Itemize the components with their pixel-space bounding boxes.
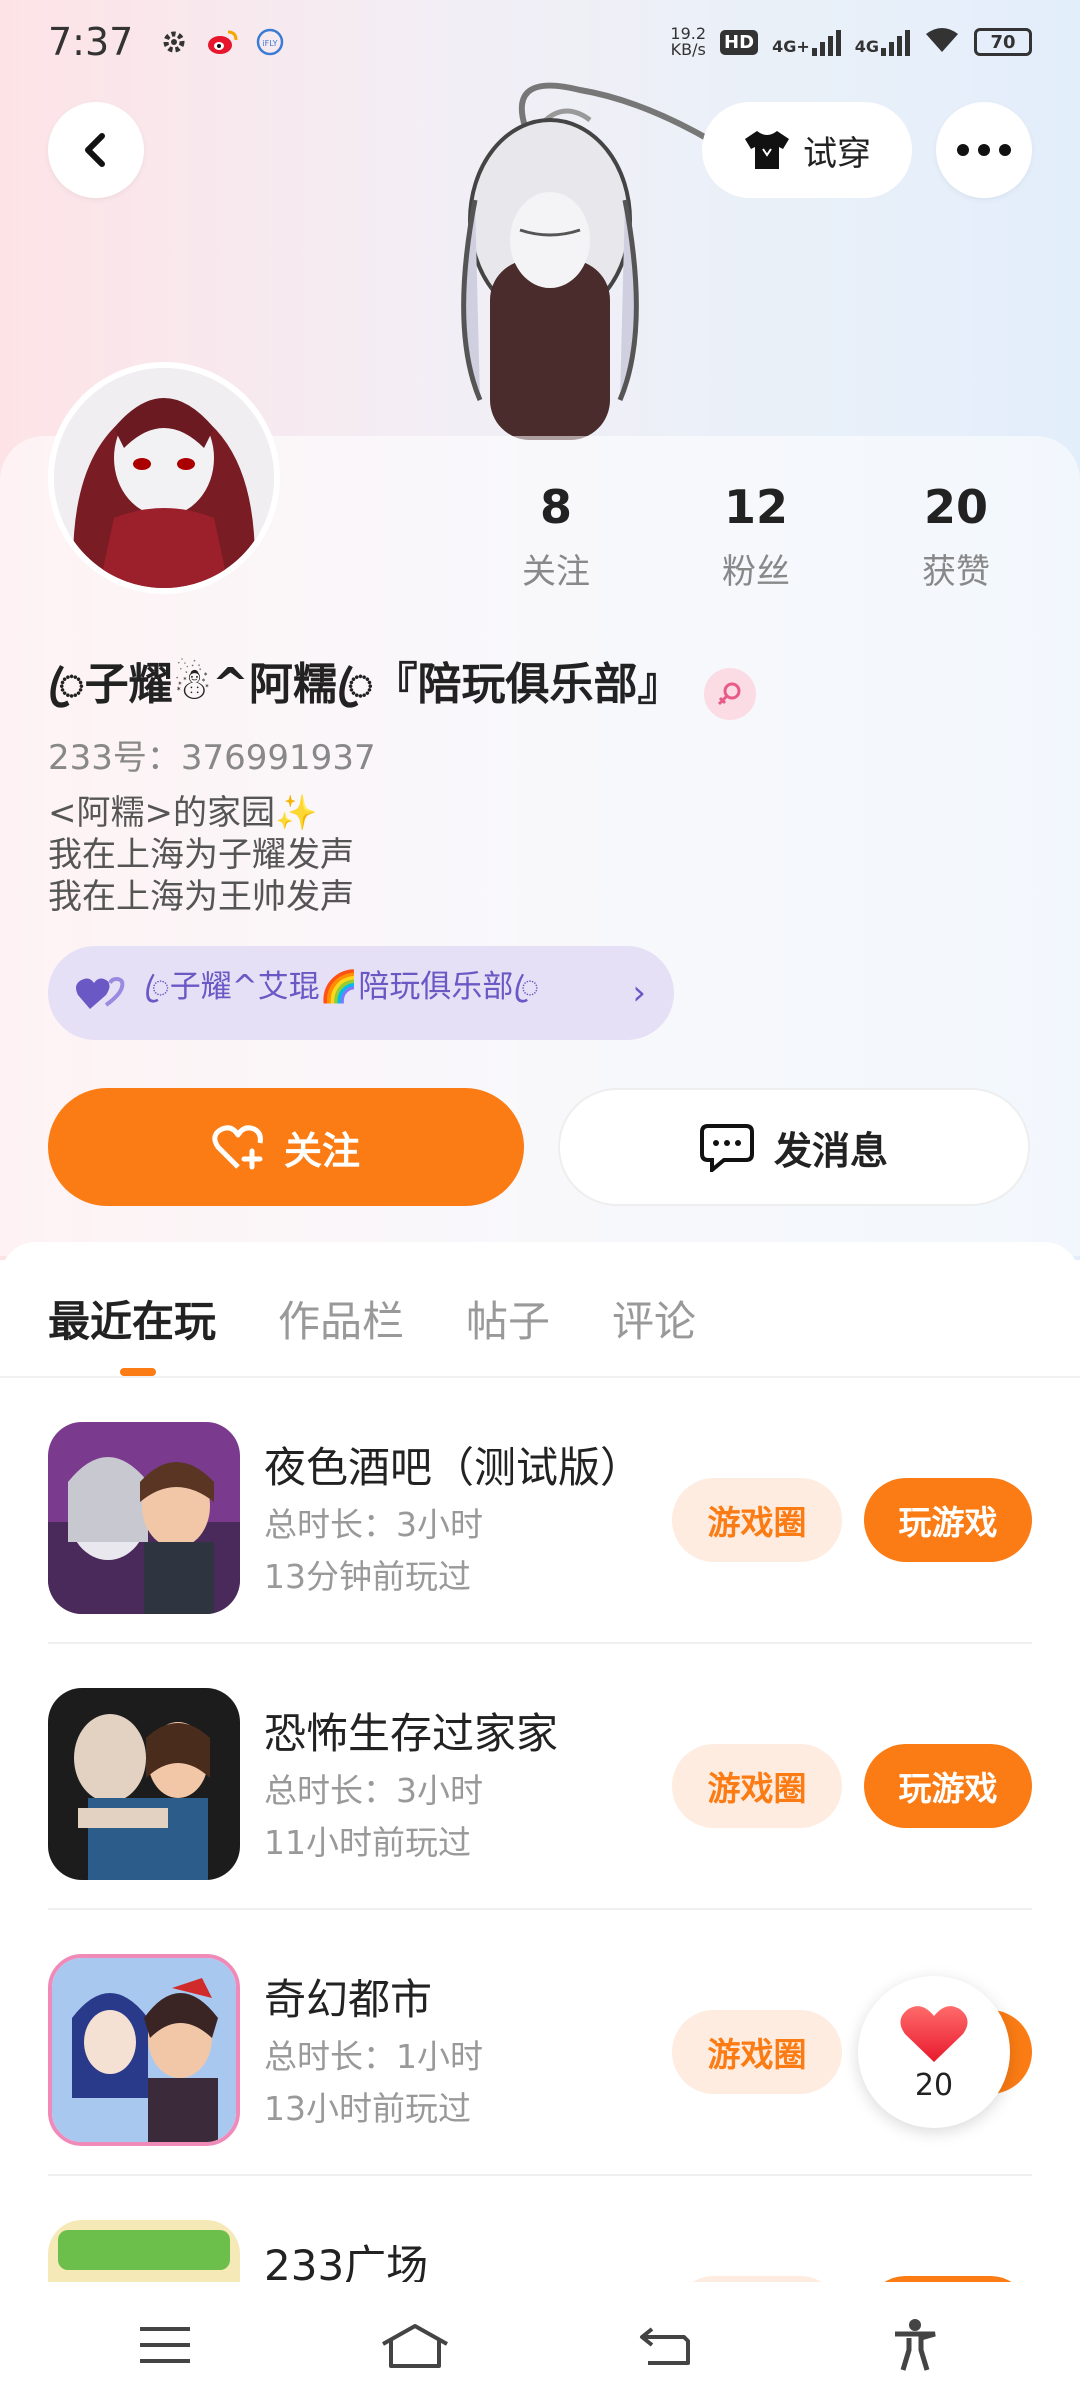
- user-id: 233号：376991937: [48, 738, 376, 778]
- try-on-button[interactable]: 试穿: [702, 102, 912, 198]
- signal-4g-plus: 4G+: [772, 28, 841, 56]
- send-message-button[interactable]: 发消息: [558, 1088, 1030, 1206]
- net-speed: 19.2 KB/s: [670, 24, 707, 59]
- tab-recently-played[interactable]: 最近在玩: [48, 1288, 216, 1376]
- profile-tabs: 最近在玩 作品栏 帖子 评论: [48, 1288, 696, 1376]
- tab-posts[interactable]: 帖子: [466, 1288, 550, 1349]
- wifi-icon: [924, 26, 960, 59]
- system-nav-bar: [0, 2282, 1080, 2408]
- chevron-left-icon: [85, 133, 105, 167]
- status-bar: 7:37 iFLY 19.2 KB/s HD 4G+ 4G 70: [0, 0, 1080, 84]
- profile-stats: 8 关注 12 粉丝 20 获赞: [456, 480, 1056, 593]
- tab-works[interactable]: 作品栏: [278, 1288, 404, 1349]
- game-duration: 总时长：1小时: [264, 2037, 483, 2076]
- back-nav-icon[interactable]: [625, 2305, 705, 2385]
- tab-comments[interactable]: 评论: [612, 1288, 696, 1349]
- stat-likes[interactable]: 20 获赞: [856, 480, 1056, 593]
- stat-fans[interactable]: 12 粉丝: [656, 480, 856, 593]
- like-count: 20: [914, 2067, 954, 2103]
- club-tag[interactable]: ꦿ子耀^艾琨🌈陪玩俱乐部ꦿ ›: [48, 946, 674, 1040]
- status-time: 7:37: [48, 20, 134, 64]
- game-thumbnail: [48, 1422, 240, 1614]
- game-list-item[interactable]: 夜色酒吧（测试版） 总时长：3小时 13分钟前玩过 游戏圈 玩游戏: [48, 1378, 1032, 1644]
- more-dots-icon: [957, 144, 1011, 156]
- follow-button[interactable]: 关注: [48, 1088, 524, 1206]
- game-circle-button[interactable]: 游戏圈: [672, 2010, 842, 2094]
- home-icon[interactable]: [375, 2305, 455, 2385]
- game-duration: 总时长：3小时: [264, 1771, 483, 1810]
- dress-up-avatar-figure: [380, 80, 712, 440]
- avatar[interactable]: [48, 362, 280, 594]
- more-options-button[interactable]: [936, 102, 1032, 198]
- game-name: 奇幻都市: [264, 1975, 433, 2024]
- menu-icon[interactable]: [125, 2305, 205, 2385]
- game-thumbnail: [48, 1954, 240, 2146]
- weibo-icon: [205, 25, 239, 59]
- hd-icon: HD: [720, 29, 759, 55]
- game-circle-button[interactable]: 游戏圈: [672, 1744, 842, 1828]
- game-name: 夜色酒吧（测试版）: [264, 1443, 643, 1492]
- settings-gear-icon: [157, 25, 191, 59]
- bio-line: 我在上海为子耀发声: [48, 835, 354, 875]
- game-list-item[interactable]: 233广场: [48, 2176, 1032, 2282]
- tshirt-icon: [745, 131, 789, 169]
- ifly-icon: iFLY: [253, 25, 287, 59]
- stat-following[interactable]: 8 关注: [456, 480, 656, 593]
- game-last-played: 13分钟前玩过: [264, 1557, 471, 1596]
- nickname: ꦿ子耀☃^阿糯ꦿ『陪玩俱乐部』: [48, 648, 756, 740]
- game-last-played: 13小时前玩过: [264, 2089, 471, 2128]
- gender-female-icon: [703, 668, 756, 720]
- game-thumbnail: [48, 1688, 240, 1880]
- play-game-button[interactable]: 玩游戏: [864, 1478, 1032, 1562]
- svg-text:iFLY: iFLY: [263, 39, 278, 48]
- game-list-item[interactable]: 恐怖生存过家家 总时长：3小时 11小时前玩过 游戏圈 玩游戏: [48, 1644, 1032, 1910]
- chevron-right-icon: ›: [632, 973, 646, 1013]
- club-tag-label: ꦿ子耀^艾琨🌈陪玩俱乐部ꦿ: [144, 968, 540, 1005]
- follow-label: 关注: [283, 1128, 360, 1173]
- game-name: 恐怖生存过家家: [264, 1709, 559, 1758]
- heart-pair-icon: [76, 976, 125, 1009]
- signal-4g: 4G: [855, 28, 910, 56]
- game-last-played: 11小时前玩过: [264, 1823, 471, 1862]
- play-game-button[interactable]: 玩游戏: [864, 1744, 1032, 1828]
- heart-icon: [900, 2005, 968, 2062]
- battery-indicator: 70: [974, 28, 1032, 56]
- bio-line: <阿糯>的家园✨: [48, 793, 318, 833]
- accessibility-icon[interactable]: [875, 2305, 955, 2385]
- back-button[interactable]: [48, 102, 144, 198]
- game-duration: 总时长：3小时: [264, 1505, 483, 1544]
- bio: <阿糯>的家园✨ 我在上海为子耀发声 我在上海为王帅发声: [48, 792, 354, 918]
- nickname-text: ꦿ子耀☃^阿糯ꦿ『陪玩俱乐部』: [48, 659, 682, 710]
- try-on-label: 试穿: [803, 133, 871, 174]
- send-message-label: 发消息: [773, 1128, 888, 1173]
- game-thumbnail: [48, 2220, 240, 2282]
- game-circle-button[interactable]: 游戏圈: [672, 1478, 842, 1562]
- bio-line: 我在上海为王帅发声: [48, 877, 354, 917]
- chat-bubble-icon: [699, 1124, 754, 1172]
- like-floating-button[interactable]: 20: [858, 1976, 1010, 2128]
- heart-plus-icon: [212, 1125, 263, 1170]
- game-name: 233广场: [264, 2241, 429, 2282]
